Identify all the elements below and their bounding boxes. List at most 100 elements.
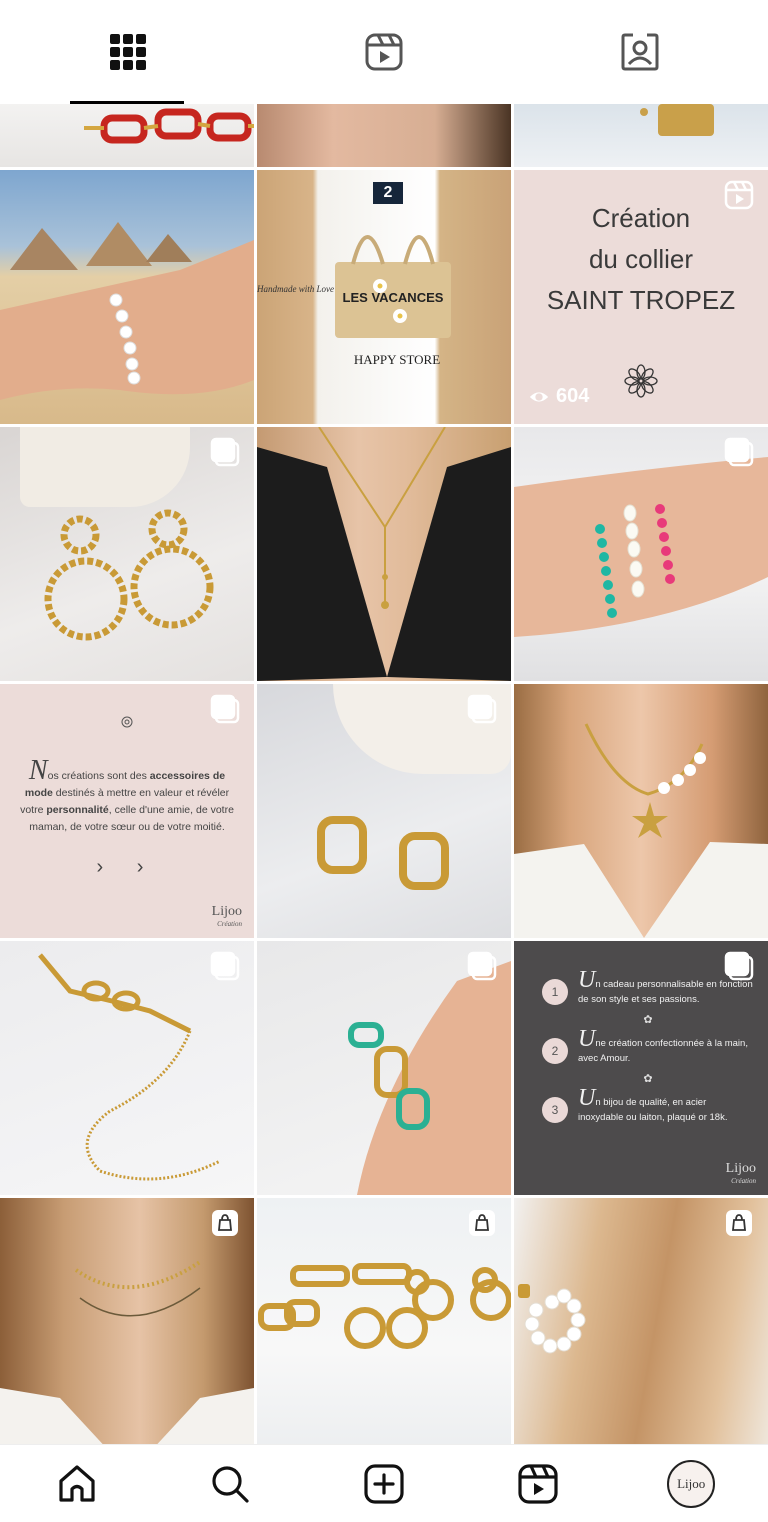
brand-logo-subtext: Création	[217, 920, 242, 928]
flower-logo-icon	[121, 716, 133, 728]
nav-reels[interactable]	[508, 1454, 568, 1514]
nav-create[interactable]	[354, 1454, 414, 1514]
post-neck-photo[interactable]	[257, 104, 511, 167]
carousel-icon	[210, 951, 240, 981]
nav-search[interactable]	[200, 1454, 260, 1514]
profile-tabs	[0, 0, 768, 104]
separator-icon: ✿	[643, 1014, 653, 1026]
brand-logo-text: Lijoo	[211, 904, 242, 919]
shopping-bag-icon	[212, 1210, 238, 1236]
shopping-bag-icon	[469, 1210, 495, 1236]
create-icon	[364, 1463, 404, 1504]
post-twisted-hoops[interactable]	[0, 427, 254, 681]
shop-badge	[210, 1208, 240, 1238]
carousel-icon	[467, 694, 497, 724]
item-text-body: n cadeau personnalisable en fonction de …	[578, 979, 753, 1005]
nav-profile[interactable]: Lijoo	[661, 1454, 721, 1514]
carousel-badge	[724, 951, 754, 981]
tab-tagged[interactable]	[512, 0, 768, 104]
post-gold-earrings-set[interactable]	[257, 1198, 511, 1444]
item-number: 1	[542, 979, 568, 1005]
brand-logo-text: Lijoo	[725, 1161, 756, 1176]
bracelet-image	[84, 108, 254, 144]
tab-grid[interactable]	[0, 0, 256, 104]
tagged-icon	[621, 33, 659, 71]
flower-logo-icon	[624, 364, 658, 398]
post-red-chain-bracelet[interactable]	[0, 104, 254, 167]
brand-logo: Lijoo Création	[725, 1161, 756, 1187]
reels-icon	[517, 1463, 558, 1504]
necklace-image	[257, 427, 511, 681]
creation-line-1: Création	[591, 203, 691, 233]
carousel-badge	[467, 951, 497, 981]
carousel-badge	[210, 694, 240, 724]
brand-logo: Lijoo Création	[211, 904, 242, 930]
carousel-icon	[724, 437, 754, 467]
grid-row	[0, 427, 768, 681]
carousel-icon	[210, 437, 240, 467]
grid-icon	[110, 34, 146, 70]
eye-icon	[529, 391, 549, 402]
item-text-body: ne création confectionnée à la main, ave…	[578, 1038, 748, 1064]
post-promises-list[interactable]: 1 Un cadeau personnalisable en fonction …	[514, 941, 768, 1195]
item-text-body: n bijou de qualité, en acier inoxydable …	[578, 1097, 728, 1123]
post-layered-chokers[interactable]	[0, 1198, 254, 1444]
drop-cap: N	[28, 755, 48, 786]
grid-row: 2 Handmade with Love LES VACANCES HAPPY …	[0, 170, 768, 424]
carousel-icon	[210, 694, 240, 724]
post-starfish-necklace[interactable]	[514, 684, 768, 938]
carousel-badge	[210, 437, 240, 467]
bottom-navigation: Lijoo	[0, 1444, 768, 1522]
profile-avatar: Lijoo	[667, 1459, 716, 1508]
carousel-icon	[724, 951, 754, 981]
post-gold-bracelet[interactable]	[514, 104, 768, 167]
post-long-necklace[interactable]	[257, 427, 511, 681]
item-text: Un bijou de qualité, en acier inoxydable…	[578, 1086, 754, 1125]
bracelet-image	[640, 104, 714, 136]
item-text: Une création confectionnée à la main, av…	[578, 1027, 754, 1066]
shopping-bag-icon	[726, 1210, 752, 1236]
quote-text-start: os créations sont des	[47, 770, 147, 782]
brand-logo-subtext: Création	[731, 1177, 756, 1185]
drop-cap: U	[578, 1026, 596, 1052]
post-happy-store-bag[interactable]: 2 Handmade with Love LES VACANCES HAPPY …	[257, 170, 511, 424]
list-item: 2 Une création confectionnée à la main, …	[542, 1027, 754, 1066]
grid-row: 1 Un cadeau personnalisable en fonction …	[0, 941, 768, 1195]
necklace-image	[514, 723, 768, 938]
carousel-badge	[467, 694, 497, 724]
values-quote: Nos créations sont des accessoires de mo…	[20, 757, 234, 836]
pyramids-image	[0, 222, 254, 400]
carousel-badge	[724, 437, 754, 467]
list-item: 3 Un bijou de qualité, en acier inoxydab…	[542, 1086, 754, 1125]
carousel-icon	[467, 951, 497, 981]
next-arrows: › ›	[96, 856, 158, 878]
item-number: 3	[542, 1097, 568, 1123]
avatar-text: Lijoo	[677, 1475, 706, 1491]
grid-row: Nos créations sont des accessoires de mo…	[0, 684, 768, 938]
quote-bold-2: personnalité	[46, 804, 109, 816]
reels-icon	[365, 33, 403, 71]
shop-badge	[467, 1208, 497, 1238]
post-values-text[interactable]: Nos créations sont des accessoires de mo…	[0, 684, 254, 938]
post-pearl-hoop-earring[interactable]	[514, 1198, 768, 1444]
carousel-badge	[210, 951, 240, 981]
post-rectangle-hoops[interactable]	[257, 684, 511, 938]
promises-list: 1 Un cadeau personnalisable en fonction …	[542, 968, 754, 1137]
post-love-necklace[interactable]	[0, 941, 254, 1195]
creation-title: Création du collier SAINT TROPEZ	[514, 198, 768, 321]
home-icon	[59, 1464, 95, 1502]
post-turquoise-bracelet[interactable]	[257, 941, 511, 1195]
nav-home[interactable]	[47, 1454, 107, 1514]
shop-badge	[724, 1208, 754, 1238]
store-sign: HAPPY STORE	[353, 352, 441, 367]
drop-cap: U	[578, 967, 596, 993]
post-beaded-bracelets[interactable]	[514, 427, 768, 681]
grid-row	[0, 104, 768, 167]
post-pyramids-bracelet[interactable]	[0, 170, 254, 424]
grid-row	[0, 1198, 768, 1444]
drop-cap: U	[578, 1085, 596, 1111]
creation-line-2: du collier	[588, 244, 694, 274]
tab-reels[interactable]	[256, 0, 512, 104]
post-creation-reel[interactable]: Création du collier SAINT TROPEZ 604	[514, 170, 768, 424]
bag-text: LES VACANCES	[342, 290, 444, 305]
